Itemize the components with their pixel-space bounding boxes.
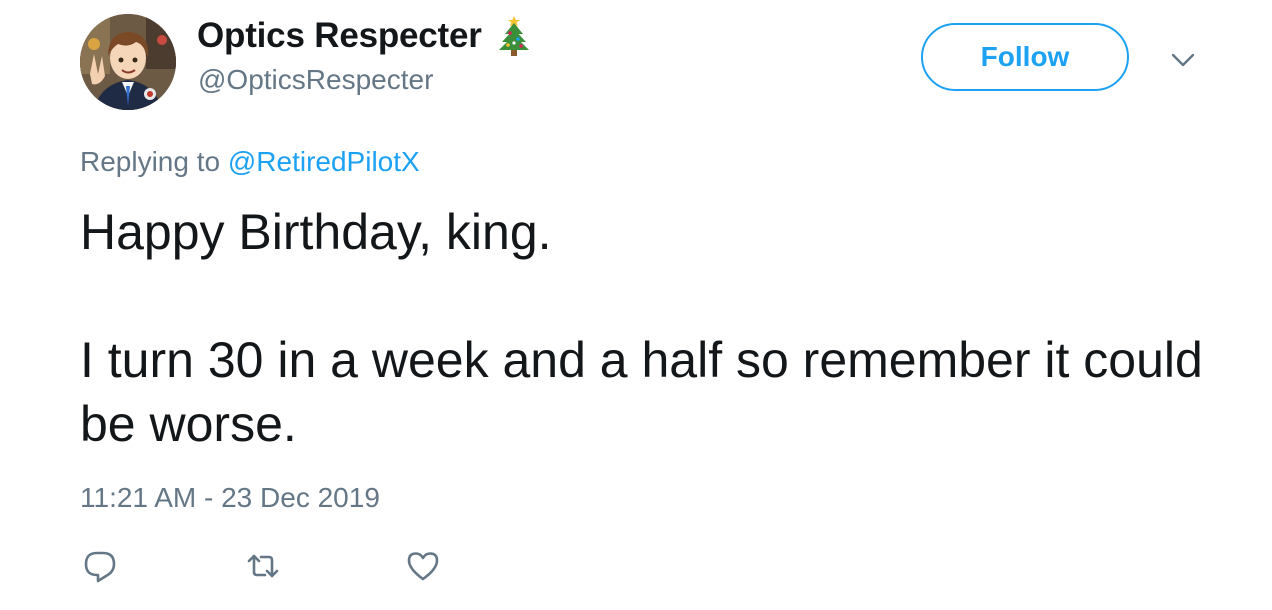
- author-name-row: Optics Respecter: [197, 15, 532, 57]
- reply-icon[interactable]: [82, 548, 118, 584]
- follow-button[interactable]: Follow: [921, 23, 1129, 91]
- tweet-paragraph: I turn 30 in a week and a half so rememb…: [80, 332, 1203, 452]
- tweet-paragraph: Happy Birthday, king.: [80, 204, 552, 260]
- christmas-tree-icon: [496, 15, 532, 57]
- heart-icon[interactable]: [405, 548, 441, 584]
- tweet-timestamp[interactable]: 11:21 AM - 23 Dec 2019: [80, 482, 380, 514]
- retweet-icon[interactable]: [245, 548, 281, 584]
- tweet-text: Happy Birthday, king. I turn 30 in a wee…: [80, 200, 1220, 456]
- tweet-card: Optics Respecter @OpticsRespecter Follow…: [0, 0, 1272, 610]
- display-name[interactable]: Optics Respecter: [197, 16, 482, 56]
- reply-target-link[interactable]: @RetiredPilotX: [228, 146, 420, 177]
- replying-to-label: Replying to: [80, 146, 221, 177]
- chevron-down-icon[interactable]: [1170, 50, 1196, 70]
- avatar[interactable]: [80, 14, 176, 110]
- replying-to: Replying to @RetiredPilotX: [80, 146, 420, 178]
- author-handle[interactable]: @OpticsRespecter: [198, 64, 433, 96]
